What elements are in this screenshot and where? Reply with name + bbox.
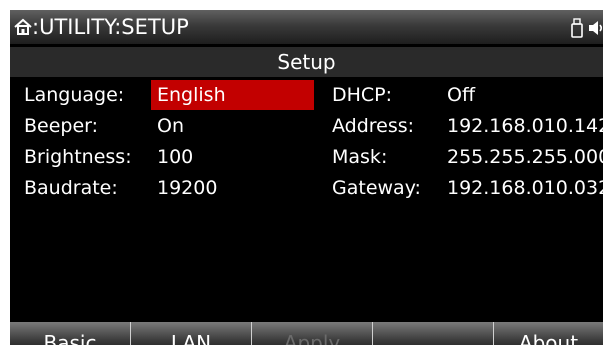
softkey-lan[interactable]: LAN <box>131 322 252 345</box>
mask-label: Mask: <box>332 146 388 168</box>
address-row[interactable]: Address: 192.168.010.142 <box>320 111 603 142</box>
beeper-value[interactable]: On <box>157 111 184 142</box>
dhcp-value[interactable]: Off <box>447 80 475 111</box>
brightness-label: Brightness: <box>24 146 132 168</box>
address-value[interactable]: 192.168.010.142 <box>447 111 603 142</box>
status-bar: :UTILITY:SETUP <box>10 10 603 44</box>
language-label: Language: <box>24 84 125 106</box>
brightness-value[interactable]: 100 <box>157 142 193 173</box>
menu-path: :UTILITY:SETUP <box>32 15 189 39</box>
dhcp-label: DHCP: <box>332 84 393 106</box>
softkey-apply: Apply <box>252 322 373 345</box>
mask-value[interactable]: 255.255.255.000 <box>447 142 603 173</box>
baudrate-label: Baudrate: <box>24 177 118 199</box>
mask-row[interactable]: Mask: 255.255.255.000 <box>320 142 603 173</box>
softkey-empty <box>373 322 494 345</box>
brightness-row[interactable]: Brightness: 100 <box>10 142 320 173</box>
baudrate-row[interactable]: Baudrate: 19200 <box>10 173 320 204</box>
instrument-screen: :UTILITY:SETUP Setup Language: English B… <box>10 10 603 345</box>
usb-icon <box>571 18 583 38</box>
language-value[interactable]: English <box>157 80 226 111</box>
softkey-basic[interactable]: Basic <box>10 322 131 345</box>
gateway-value[interactable]: 192.168.010.032 <box>447 173 603 204</box>
dhcp-row[interactable]: DHCP: Off <box>320 80 603 111</box>
home-icon <box>14 18 32 35</box>
softkey-about[interactable]: About <box>494 322 603 345</box>
gateway-row[interactable]: Gateway: 192.168.010.032 <box>320 173 603 204</box>
softkey-bar: Basic LAN Apply About <box>10 322 603 345</box>
speaker-icon <box>589 21 603 35</box>
baudrate-value[interactable]: 19200 <box>157 173 217 204</box>
address-label: Address: <box>332 115 415 137</box>
settings-panel: Language: English Beeper: On Brightness:… <box>10 80 603 320</box>
beeper-row[interactable]: Beeper: On <box>10 111 320 142</box>
page-title: Setup <box>10 47 603 77</box>
language-row[interactable]: Language: English <box>10 80 320 111</box>
beeper-label: Beeper: <box>24 115 99 137</box>
gateway-label: Gateway: <box>332 177 421 199</box>
